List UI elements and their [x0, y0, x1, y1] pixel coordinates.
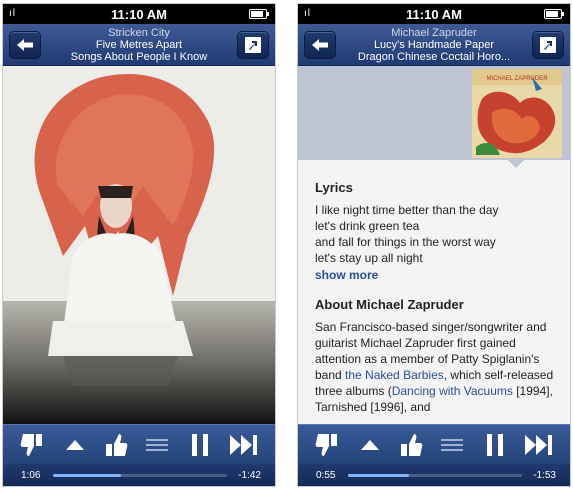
- progress-track[interactable]: [53, 474, 227, 477]
- share-arrow-icon: [540, 37, 556, 53]
- skip-forward-button[interactable]: [229, 430, 259, 460]
- thumbs-up-icon: [106, 434, 128, 456]
- lyrics-heading: Lyrics: [315, 180, 353, 195]
- progress-fill: [348, 474, 409, 477]
- remaining-time: -1:42: [238, 470, 261, 481]
- thumbs-down-button[interactable]: [17, 430, 47, 460]
- progress-fill: [53, 474, 121, 477]
- artist-info-text: Lyrics I like night time better than the…: [315, 180, 556, 415]
- back-button[interactable]: [304, 31, 336, 59]
- triangle-up-icon: [361, 440, 379, 450]
- now-playing-screen-info: ıl 11:10 AM Michael Zapruder Lucy's Hand…: [298, 4, 570, 486]
- back-button[interactable]: [9, 31, 41, 59]
- progress-track[interactable]: [348, 474, 522, 477]
- album-title: Songs About People I Know: [70, 51, 208, 63]
- skip-forward-button[interactable]: [524, 430, 554, 460]
- pause-icon: [487, 434, 503, 456]
- about-text: San Francisco-based singer/songwriter an…: [315, 319, 556, 415]
- share-button[interactable]: [532, 31, 564, 59]
- back-arrow-icon: [312, 39, 328, 51]
- thumbs-up-icon: [401, 434, 423, 456]
- playback-controls: [3, 424, 275, 465]
- back-arrow-icon: [17, 39, 33, 51]
- track-info: Stricken City Five Metres Apart Songs Ab…: [51, 27, 227, 63]
- artist-name: Stricken City: [108, 27, 170, 39]
- artist-name: Michael Zapruder: [391, 27, 477, 39]
- elapsed-time: 0:55: [316, 470, 336, 481]
- triangle-up-icon: [66, 440, 84, 450]
- share-button[interactable]: [237, 31, 269, 59]
- about-heading: About Michael Zapruder: [315, 297, 464, 312]
- battery-icon: [544, 9, 564, 19]
- menu-button[interactable]: [437, 430, 467, 460]
- lyrics-line: I like night time better than the day: [315, 203, 499, 217]
- now-playing-header: Michael Zapruder Lucy's Handmade Paper D…: [298, 24, 570, 66]
- playback-controls: [298, 424, 570, 465]
- skip-forward-icon: [230, 435, 257, 455]
- album-thumbnail-title: MICHAEL ZAPRUDER: [486, 76, 548, 82]
- battery-icon: [249, 9, 269, 19]
- album-thumbnail[interactable]: MICHAEL ZAPRUDER: [472, 69, 562, 158]
- up-button[interactable]: [355, 430, 385, 460]
- dancing-with-vacuums-link[interactable]: Dancing with Vacuums: [392, 384, 513, 398]
- menu-lines-icon: [146, 439, 168, 451]
- artist-info-panel: MICHAEL ZAPRUDER Lyrics I like night tim…: [298, 66, 570, 424]
- status-time: 11:10 AM: [111, 7, 167, 22]
- album-title: Dragon Chinese Coctail Horo...: [357, 51, 511, 63]
- status-bar: ıl 11:10 AM: [298, 4, 570, 24]
- menu-lines-icon: [441, 439, 463, 451]
- progress-bar: 1:06 -1:42: [3, 464, 275, 486]
- progress-bar: 0:55 -1:53: [298, 464, 570, 486]
- status-time: 11:10 AM: [406, 7, 462, 22]
- show-more-link[interactable]: show more: [315, 267, 556, 283]
- thumbnail-pointer: [508, 160, 524, 168]
- album-art-image: [3, 66, 275, 424]
- now-playing-header: Stricken City Five Metres Apart Songs Ab…: [3, 24, 275, 66]
- pause-button[interactable]: [480, 430, 510, 460]
- track-info: Michael Zapruder Lucy's Handmade Paper D…: [346, 27, 522, 63]
- thumbs-down-icon: [315, 434, 337, 456]
- pause-icon: [192, 434, 208, 456]
- remaining-time: -1:53: [533, 470, 556, 481]
- thumbs-down-button[interactable]: [312, 430, 342, 460]
- thumbs-up-button[interactable]: [396, 430, 426, 460]
- share-arrow-icon: [245, 37, 261, 53]
- thumbs-up-button[interactable]: [101, 430, 131, 460]
- track-title: Lucy's Handmade Paper: [373, 39, 495, 51]
- lyrics-line: let's drink green tea: [315, 219, 420, 233]
- lyrics-line: and fall for things in the worst way: [315, 235, 496, 249]
- now-playing-screen-album-art: ıl 11:10 AM Stricken City Five Metres Ap…: [3, 4, 275, 486]
- up-button[interactable]: [60, 430, 90, 460]
- album-thumbnail-strip: MICHAEL ZAPRUDER: [298, 66, 570, 160]
- elapsed-time: 1:06: [21, 470, 41, 481]
- menu-button[interactable]: [142, 430, 172, 460]
- album-art: [3, 66, 275, 424]
- thumbs-down-icon: [20, 434, 42, 456]
- skip-forward-icon: [525, 435, 552, 455]
- lyrics-line: let's stay up all night: [315, 251, 423, 265]
- album-thumbnail-art: MICHAEL ZAPRUDER: [472, 69, 562, 158]
- status-bar: ıl 11:10 AM: [3, 4, 275, 24]
- track-title: Five Metres Apart: [95, 39, 183, 51]
- pause-button[interactable]: [185, 430, 215, 460]
- naked-barbies-link[interactable]: the Naked Barbies: [345, 368, 444, 382]
